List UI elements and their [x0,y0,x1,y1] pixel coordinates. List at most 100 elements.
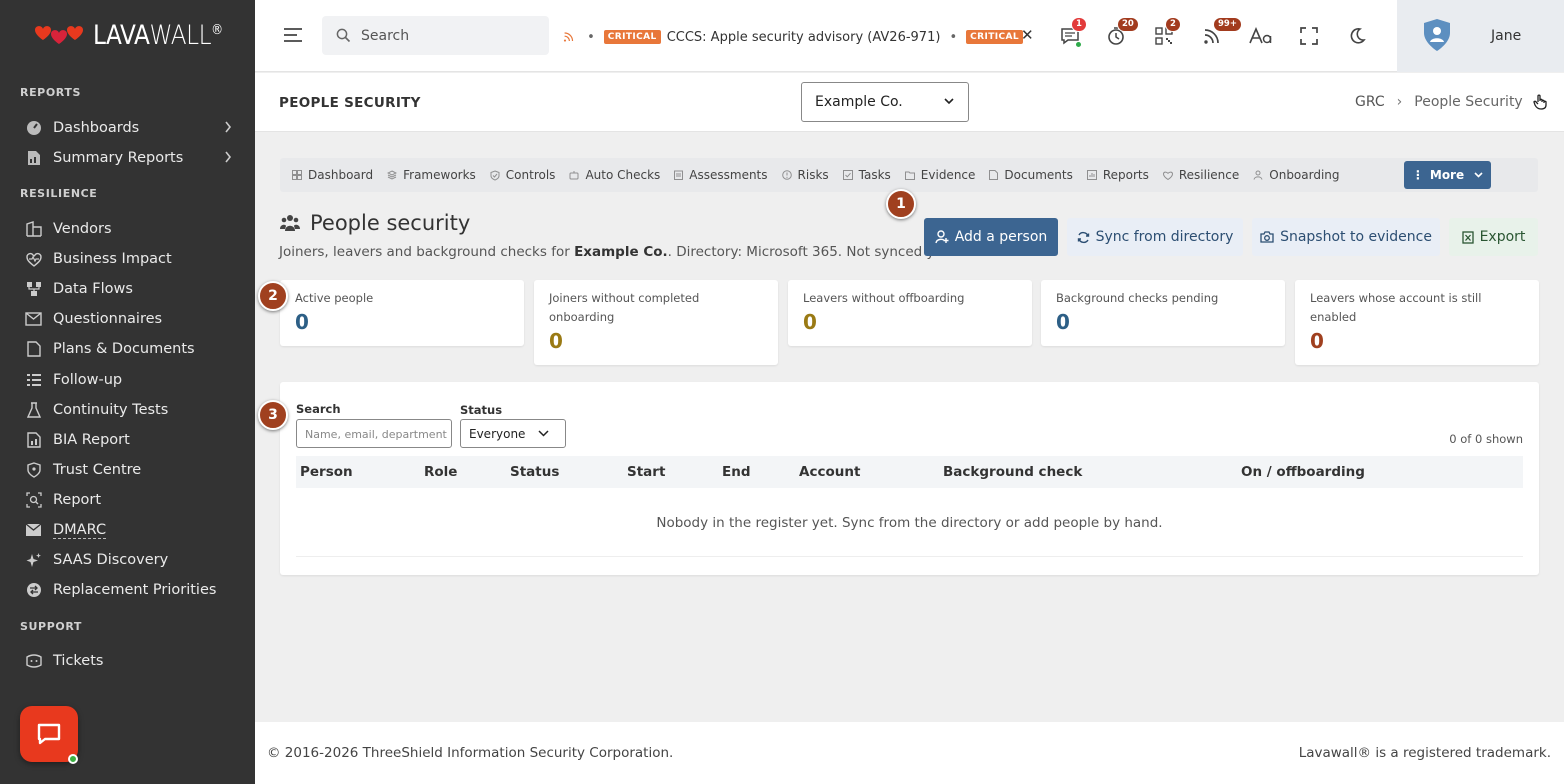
status-filter-select[interactable]: Everyone [460,419,566,448]
column-header[interactable]: Role [424,464,457,480]
tab-dashboard[interactable]: Dashboard [292,168,373,182]
sidebar-item-business-impact[interactable]: Business Impact [25,246,240,272]
ticket-icon [25,653,42,670]
module-tabs: Dashboard Frameworks Controls Auto Check… [280,158,1538,192]
more-tabs-button[interactable]: ⋮ More [1404,161,1491,189]
menu-toggle-button[interactable] [282,25,304,45]
messages-button[interactable]: 1 [1058,17,1087,48]
stat-value: 0 [1056,310,1070,334]
report-icon [25,150,42,167]
timer-count: 20 [1117,17,1139,32]
column-header[interactable]: Background check [943,464,1082,480]
stat-background-checks-pending[interactable]: Background checks pending 0 [1041,280,1285,346]
section-description: Joiners, leavers and background checks f… [279,244,953,260]
add-person-label: Add a person [954,229,1048,245]
font-size-button[interactable] [1249,24,1273,48]
timer-button[interactable]: 20 [1104,17,1139,48]
sidebar-item-summary-reports[interactable]: Summary Reports [25,145,240,171]
sync-directory-button[interactable]: Sync from directory [1067,218,1243,256]
user-menu[interactable]: Jane [1397,0,1564,72]
sidebar-item-follow-up[interactable]: Follow-up [25,367,240,393]
column-header[interactable]: Person [300,464,353,480]
breadcrumb-grc[interactable]: GRC [1355,94,1385,110]
sidebar-item-vendors[interactable]: Vendors [25,216,240,242]
topbar: Search • CRITICAL CCCS: Apple security a… [255,0,1564,72]
tab-assessments[interactable]: Assessments [674,168,768,182]
envelope-icon [25,311,42,328]
mail-check-icon [25,522,42,539]
search-icon [336,28,351,43]
tab-label: Controls [505,168,556,182]
alert-ticker[interactable]: • CRITICAL CCCS: Apple security advisory… [563,26,1029,48]
tab-label: Onboarding [1269,168,1340,182]
page-title: PEOPLE SECURITY [279,95,421,111]
user-shield-icon [1424,19,1450,51]
stat-value: 0 [1310,329,1324,353]
add-person-button[interactable]: Add a person [924,218,1058,256]
stat-value: 0 [295,310,309,334]
brand-logo[interactable]: LAVAWALL® [33,20,244,51]
ticker-close-icon[interactable]: ✕ [1021,26,1034,44]
building-icon [25,221,42,238]
global-search-input[interactable]: Search [322,16,549,55]
tab-reports[interactable]: Reports [1086,168,1149,182]
shield-icon [25,462,42,479]
column-header[interactable]: Start [627,464,665,480]
stat-leavers-without-offboarding[interactable]: Leavers without offboarding 0 [788,280,1032,346]
sidebar-item-label: Continuity Tests [53,402,169,418]
tab-controls[interactable]: Controls [490,168,556,182]
sidebar-item-continuity-tests[interactable]: Continuity Tests [25,397,240,423]
add-user-icon [935,230,949,244]
list-icon [25,372,42,389]
stat-leavers-account-enabled[interactable]: Leavers whose account is still enabled 0 [1295,280,1539,365]
sidebar-item-label: Business Impact [53,251,172,267]
people-search-input[interactable]: Name, email, department [296,419,452,448]
sidebar-item-label: Plans & Documents [53,341,195,357]
tab-auto-checks[interactable]: Auto Checks [569,168,660,182]
tab-evidence[interactable]: Evidence [904,168,976,182]
sidebar-item-saas-discovery[interactable]: SAAS Discovery [25,547,240,573]
chat-launcher-button[interactable] [20,706,78,764]
sidebar-item-bia-report[interactable]: BIA Report [25,427,240,453]
breadcrumb: GRC › People Security [1355,94,1547,110]
organization-select-value: Example Co. [815,94,903,110]
stat-active-people[interactable]: Active people 0 [280,280,524,346]
people-group-icon [280,215,300,231]
column-header[interactable]: On / offboarding [1241,464,1365,480]
messages-count: 1 [1071,17,1087,32]
ticker-item-text[interactable]: CCCS: Apple security advisory (AV26-971) [667,30,941,45]
sidebar-item-tickets[interactable]: Tickets [25,648,240,674]
status-filter-label: Status [460,403,503,417]
column-header[interactable]: End [722,464,751,480]
person-icon [1253,170,1263,180]
feeds-button[interactable]: 99+ [1200,17,1242,48]
sidebar-item-replacement-priorities[interactable]: Replacement Priorities [25,577,240,603]
tab-onboarding[interactable]: Onboarding [1253,168,1340,182]
sidebar-item-dashboards[interactable]: Dashboards [25,115,240,141]
tab-resilience[interactable]: Resilience [1162,168,1239,182]
table-divider [296,556,1523,557]
organization-select[interactable]: Example Co. [801,82,969,122]
sidebar-item-trust-centre[interactable]: Trust Centre [25,457,240,483]
sidebar-item-report[interactable]: Report [25,487,240,513]
fullscreen-button[interactable] [1297,24,1321,48]
snapshot-evidence-button[interactable]: Snapshot to evidence [1252,218,1440,256]
stat-joiners-without-onboarding[interactable]: Joiners without completed onboarding 0 [534,280,778,365]
sidebar-item-data-flows[interactable]: Data Flows [25,276,240,302]
sidebar-item-dmarc[interactable]: DMARC [25,517,240,543]
tab-documents[interactable]: Documents [989,168,1073,182]
column-header[interactable]: Account [799,464,860,480]
sparkle-icon [25,552,42,569]
tab-frameworks[interactable]: Frameworks [387,168,476,182]
dark-mode-button[interactable] [1345,24,1369,48]
qr-button[interactable]: 2 [1152,17,1181,48]
tab-tasks[interactable]: Tasks [842,168,891,182]
sidebar-item-questionnaires[interactable]: Questionnaires [25,306,240,332]
brand-name: LAVAWALL® [93,20,223,51]
sidebar-item-plans-documents[interactable]: Plans & Documents [25,336,240,362]
tab-label: Evidence [920,168,976,182]
tab-risks[interactable]: Risks [781,168,829,182]
export-button[interactable]: Export [1449,218,1538,256]
column-header[interactable]: Status [510,464,559,480]
results-count: 0 of 0 shown [1449,432,1523,446]
